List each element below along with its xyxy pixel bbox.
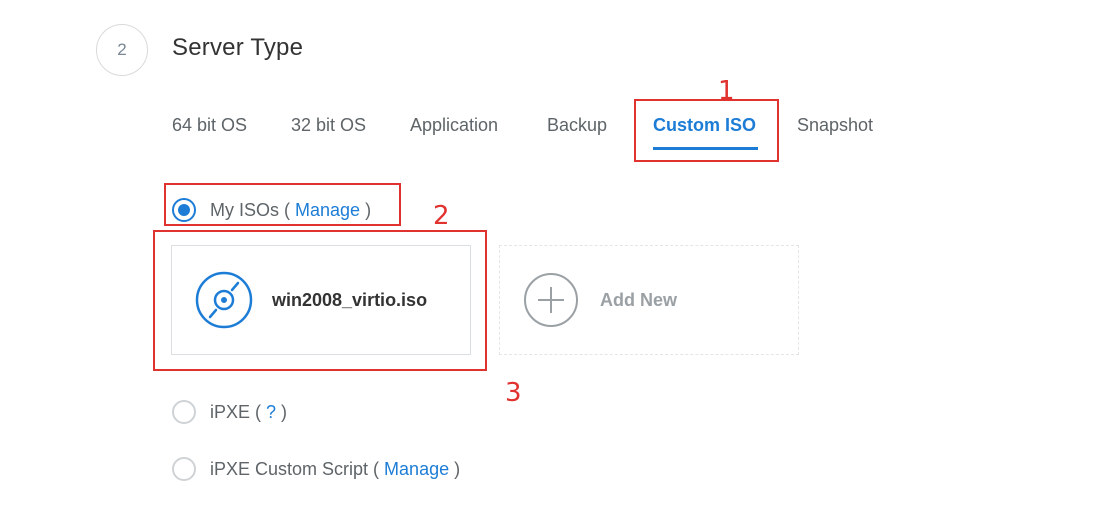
open-paren: ( xyxy=(373,458,380,479)
plus-circle-icon xyxy=(524,273,578,327)
annotation-box-1 xyxy=(634,99,779,162)
ipxe-help-link[interactable]: ? xyxy=(266,402,276,423)
ipxe-custom-script-option[interactable]: iPXE Custom Script ( Manage ) xyxy=(172,457,460,481)
tab-snapshot[interactable]: Snapshot xyxy=(797,112,873,138)
open-paren: ( xyxy=(255,401,262,422)
server-type-tabs: 64 bit OS 32 bit OS Application Backup C… xyxy=(0,112,1120,152)
step-number-badge: 2 xyxy=(96,24,148,76)
add-new-iso-card[interactable]: Add New xyxy=(499,245,799,355)
close-paren: ) xyxy=(454,458,461,479)
annotation-number-2: 2 xyxy=(433,201,450,231)
close-paren: ) xyxy=(281,401,288,422)
annotation-box-2 xyxy=(164,183,401,226)
annotation-number-3: 3 xyxy=(505,378,522,408)
manage-scripts-link[interactable]: Manage xyxy=(384,459,449,480)
tab-application[interactable]: Application xyxy=(410,112,498,138)
ipxe-custom-script-label: iPXE Custom Script xyxy=(210,458,369,479)
tab-64-bit-os[interactable]: 64 bit OS xyxy=(172,112,247,138)
ipxe-custom-script-radio[interactable] xyxy=(172,457,196,481)
annotation-number-1: 1 xyxy=(718,76,735,106)
add-new-label: Add New xyxy=(600,289,678,310)
tab-32-bit-os[interactable]: 32 bit OS xyxy=(291,112,366,138)
section-title: Server Type xyxy=(172,34,304,61)
ipxe-label: iPXE xyxy=(210,401,251,422)
ipxe-radio[interactable] xyxy=(172,400,196,424)
tab-backup[interactable]: Backup xyxy=(547,112,607,138)
annotation-box-3 xyxy=(153,230,487,371)
ipxe-option[interactable]: iPXE ( ? ) xyxy=(172,400,287,424)
